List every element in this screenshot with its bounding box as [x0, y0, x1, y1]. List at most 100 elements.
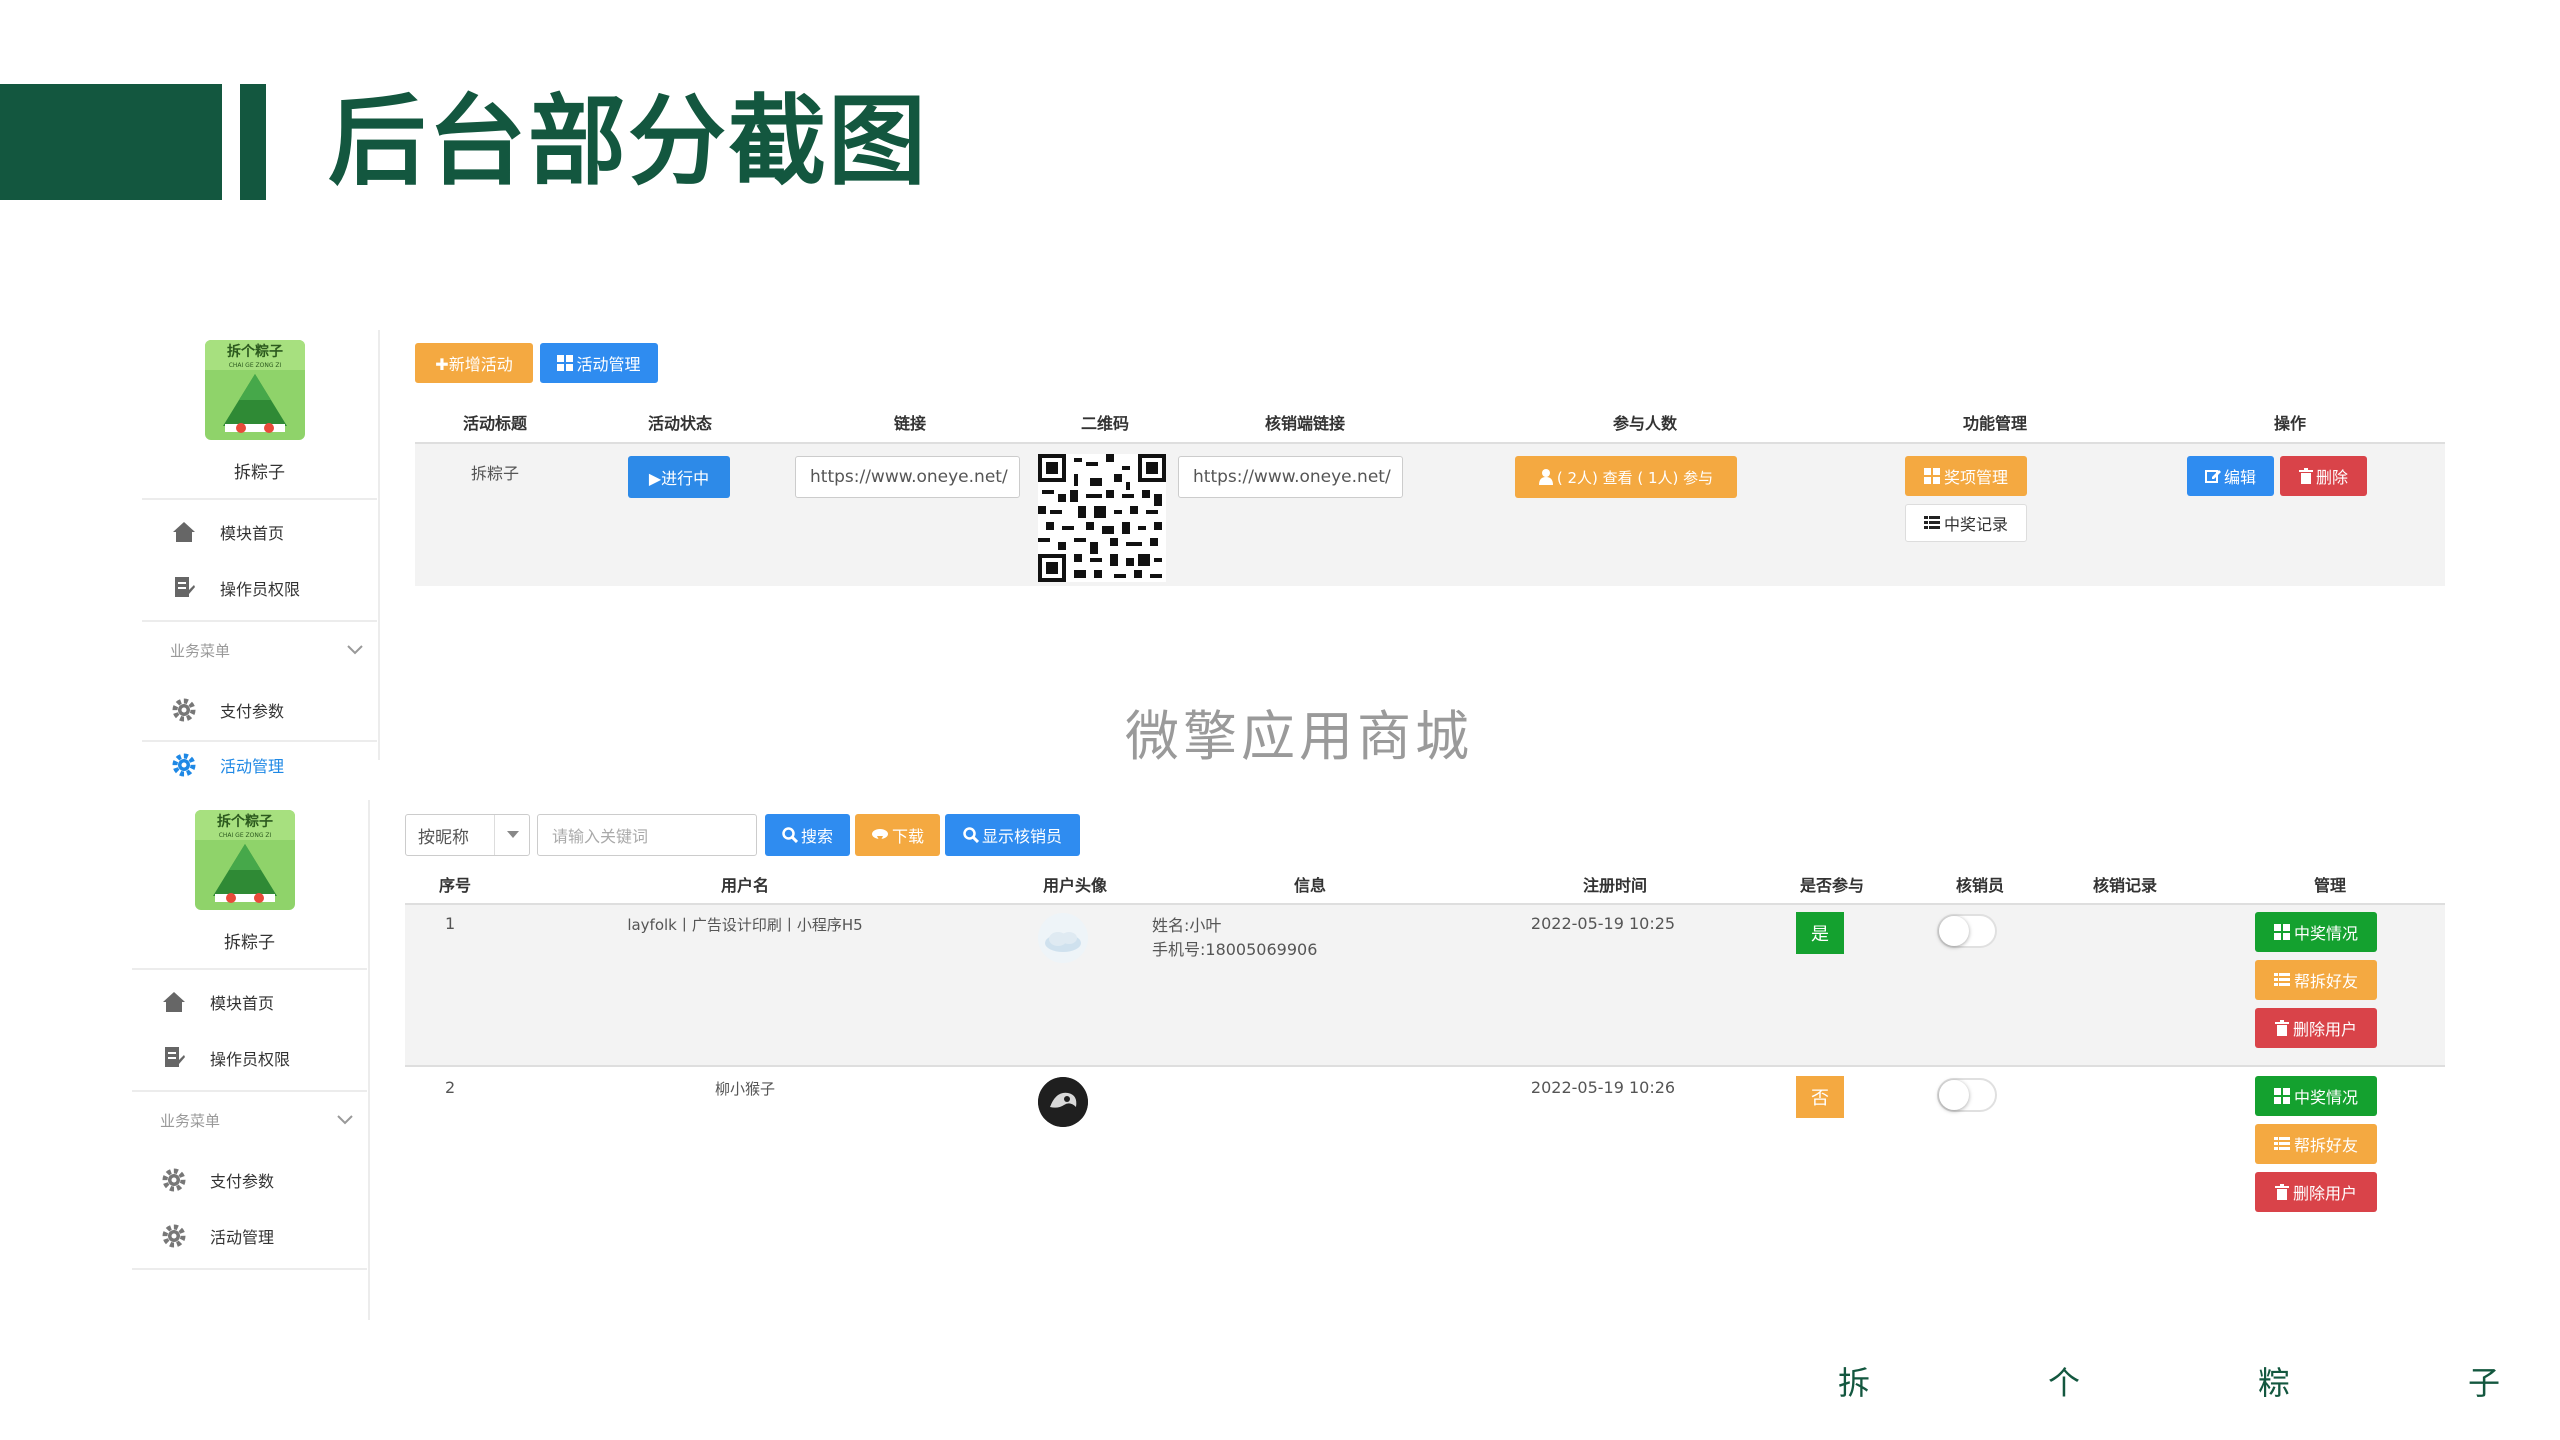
sidebar-item-label: 操作员权限 — [210, 1050, 291, 1069]
participated-badge: 是 — [1796, 912, 1844, 954]
sidebar-divider — [378, 330, 380, 760]
col-operations: 操作 — [2273, 414, 2306, 433]
delete-user-label: 删除用户 — [2292, 1020, 2357, 1039]
verifier-toggle[interactable] — [1937, 914, 1997, 948]
sidebar-item-label: 支付参数 — [220, 702, 285, 721]
divider — [132, 1090, 367, 1092]
row-registered: 2022-05-19 10:25 — [1530, 914, 1676, 933]
prize-manage-button[interactable]: 奖项管理 — [1905, 456, 2027, 496]
col-participants: 参与人数 — [1612, 414, 1677, 433]
document-edit-icon — [170, 574, 198, 602]
list-icon — [1923, 516, 1940, 529]
row-username: layfolk丨广告设计印刷丨小程序H5 — [627, 916, 863, 934]
sidebar-item-payment-params[interactable]: 支付参数 — [132, 1157, 367, 1203]
footer-char: 粽 — [2258, 1364, 2291, 1402]
toggle-knob — [1939, 1080, 1969, 1110]
divider — [132, 1268, 367, 1270]
search-button[interactable]: 搜索 — [765, 814, 850, 856]
delete-user-button[interactable]: 删除用户 — [2255, 1172, 2377, 1212]
sidebar-group-business[interactable]: 业务菜单 — [142, 625, 377, 675]
verify-link-field[interactable]: https://www.oneye.net/ — [1178, 456, 1403, 498]
app-name: 拆粽子 — [234, 463, 285, 483]
row-index: 1 — [445, 914, 456, 933]
sidebar-item-home[interactable]: 模块首页 — [142, 509, 377, 555]
sidebar-group-business[interactable]: 业务菜单 — [132, 1095, 367, 1145]
svg-text:拆个粽子: 拆个粽子 — [217, 813, 273, 830]
sidebar-item-label: 活动管理 — [220, 757, 285, 776]
avatar — [1038, 1077, 1088, 1127]
win-status-button[interactable]: 中奖情况 — [2255, 1076, 2377, 1116]
col-username: 用户名 — [720, 876, 769, 895]
activity-link-field[interactable]: https://www.oneye.net/ — [795, 456, 1020, 498]
participants-button[interactable]: ( 2人) 查看 ( 1人) 参与 — [1515, 456, 1737, 498]
col-function-manage: 功能管理 — [1962, 414, 2027, 433]
sidebar-item-home[interactable]: 模块首页 — [132, 979, 367, 1025]
col-verify-link: 核销端链接 — [1264, 414, 1345, 433]
add-activity-button[interactable]: ✚新增活动 — [415, 343, 533, 383]
trash-icon — [2298, 468, 2313, 484]
download-button[interactable]: 下载 — [855, 814, 940, 856]
help-friends-button[interactable]: 帮拆好友 — [2255, 1124, 2377, 1164]
sidebar-group-label: 业务菜单 — [170, 641, 231, 660]
col-link: 链接 — [893, 414, 926, 433]
footer-char: 拆 — [1838, 1364, 1871, 1402]
watermark-text: 微擎应用商城 — [1125, 705, 1473, 768]
win-records-button[interactable]: 中奖记录 — [1905, 504, 2027, 542]
col-registered: 注册时间 — [1582, 876, 1647, 895]
sidebar-top: 拆个粽子 CHAI GE ZONG ZI 拆粽子 模块首页 操作员权限 业务菜单 — [142, 330, 377, 777]
sidebar-bottom: 拆个粽子 CHAI GE ZONG ZI 拆粽子 模块首页 操作员权限 业务菜单 — [132, 800, 367, 1280]
edit-icon — [2204, 470, 2221, 483]
col-info: 信息 — [1293, 876, 1326, 895]
sidebar-item-operator-permissions[interactable]: 操作员权限 — [132, 1035, 367, 1081]
footer-char: 子 — [2468, 1364, 2501, 1402]
sidebar-item-payment-params[interactable]: 支付参数 — [142, 687, 377, 733]
app-logo: 拆个粽子 CHAI GE ZONG ZI — [205, 340, 305, 440]
search-input[interactable]: 请输入关键词 — [537, 814, 757, 856]
activity-manage-label: 活动管理 — [576, 355, 641, 374]
verifier-toggle[interactable] — [1937, 1078, 1997, 1112]
sidebar-item-label: 模块首页 — [220, 524, 285, 543]
row-divider — [405, 1065, 2445, 1067]
grid-icon — [2273, 1088, 2290, 1104]
app-logo: 拆个粽子 CHAI GE ZONG ZI — [195, 810, 295, 910]
svg-text:CHAI GE ZONG ZI: CHAI GE ZONG ZI — [219, 832, 272, 839]
delete-button[interactable]: 删除 — [2280, 456, 2367, 496]
show-verifier-button[interactable]: 显示核销员 — [945, 814, 1080, 856]
sidebar-item-label: 活动管理 — [210, 1228, 275, 1247]
trash-icon — [2274, 1184, 2289, 1200]
search-icon — [963, 827, 979, 843]
win-status-label: 中奖情况 — [2293, 924, 2358, 943]
activity-manage-button[interactable]: 活动管理 — [540, 343, 658, 383]
participated-badge: 否 — [1796, 1076, 1844, 1118]
edit-button[interactable]: 编辑 — [2187, 456, 2274, 496]
grid-icon — [1923, 468, 1940, 484]
help-friends-label: 帮拆好友 — [2293, 972, 2358, 991]
divider — [132, 968, 367, 970]
delete-user-button[interactable]: 删除用户 — [2255, 1008, 2377, 1048]
search-field-select[interactable]: 按昵称 — [405, 814, 530, 856]
delete-label: 删除 — [2315, 468, 2348, 487]
gear-icon — [170, 751, 198, 779]
sidebar-item-operator-permissions[interactable]: 操作员权限 — [142, 565, 377, 611]
divider — [142, 620, 377, 622]
win-records-label: 中奖记录 — [1943, 515, 2008, 534]
list-icon — [2273, 973, 2290, 986]
help-friends-button[interactable]: 帮拆好友 — [2255, 960, 2377, 1000]
row-info-name: 姓名:小叶 — [1152, 916, 1222, 935]
caret-down-icon — [494, 815, 519, 855]
search-icon — [782, 827, 798, 843]
toggle-knob — [1939, 916, 1969, 946]
sidebar-item-activity-management[interactable]: 活动管理 — [142, 742, 377, 788]
user-icon — [1538, 469, 1553, 485]
home-icon — [160, 988, 188, 1016]
win-status-button[interactable]: 中奖情况 — [2255, 912, 2377, 952]
row-index: 2 — [445, 1078, 456, 1097]
document-edit-icon — [160, 1044, 188, 1072]
sidebar-item-activity-management[interactable]: 活动管理 — [132, 1213, 367, 1259]
divider — [142, 498, 377, 500]
trash-icon — [2274, 1020, 2289, 1036]
chevron-down-icon — [347, 641, 363, 659]
title-accent-stripe — [240, 84, 266, 200]
status-running-button[interactable]: ▶进行中 — [628, 456, 730, 498]
avatar — [1038, 913, 1088, 963]
